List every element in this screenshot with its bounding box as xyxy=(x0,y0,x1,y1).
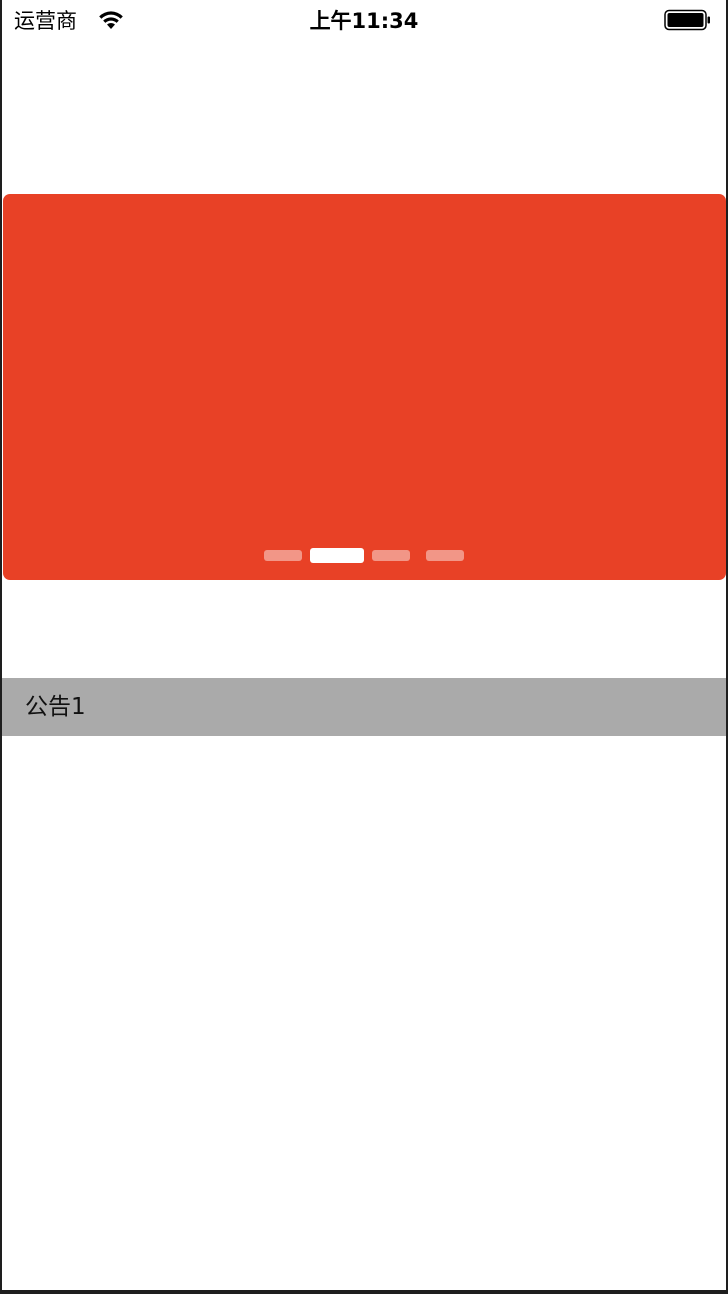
phone-screen: 运营商 上午11:34 公告1 xyxy=(2,0,726,1290)
status-time: 上午11:34 xyxy=(309,9,419,33)
notice-bar[interactable]: 公告1 xyxy=(2,678,726,736)
battery-icon xyxy=(664,9,712,31)
banner-carousel[interactable] xyxy=(3,194,726,580)
page-indicator-dot[interactable] xyxy=(426,550,464,561)
page-indicator-dot[interactable] xyxy=(372,550,410,561)
page-indicator-dot[interactable] xyxy=(264,550,302,561)
page-indicator-dot-active[interactable] xyxy=(310,548,364,563)
status-bar: 运营商 上午11:34 xyxy=(2,0,726,42)
notice-text: 公告1 xyxy=(25,694,86,720)
